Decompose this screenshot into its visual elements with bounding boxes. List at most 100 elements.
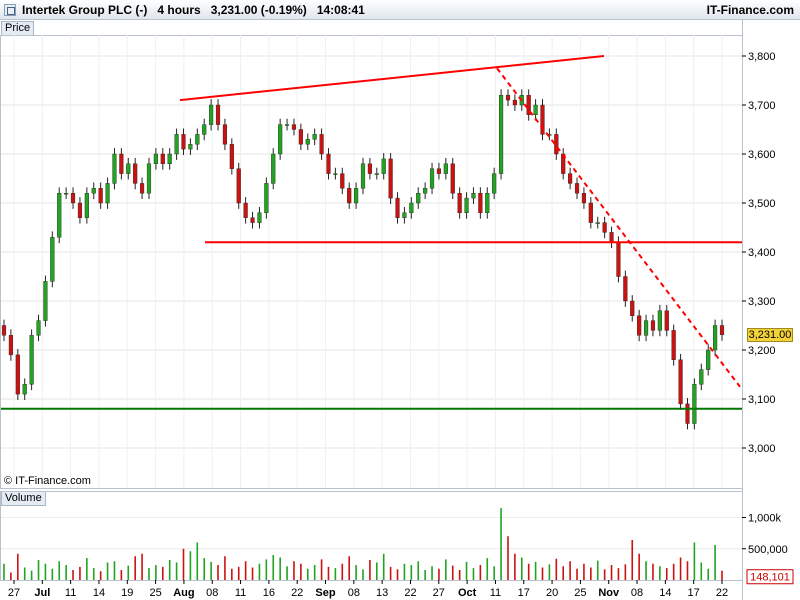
x-tick-label: Aug <box>173 587 194 599</box>
candle-body <box>347 188 352 204</box>
volume-bar <box>175 562 178 580</box>
x-tick-label: 22 <box>716 587 728 599</box>
volume-bar <box>465 561 468 580</box>
candle-body <box>36 320 41 336</box>
candle-body <box>57 192 62 238</box>
candle-body <box>664 310 669 331</box>
volume-bar <box>79 566 81 580</box>
volume-bar <box>72 570 74 580</box>
candle-body <box>271 153 276 184</box>
x-tick-label: 25 <box>149 587 161 599</box>
candle-body <box>84 192 89 218</box>
volume-bar <box>679 557 682 580</box>
candle-body <box>29 335 34 385</box>
candle-body <box>70 192 76 204</box>
candle-body <box>215 104 221 125</box>
candle-body <box>657 310 662 331</box>
x-tick-label: 13 <box>376 587 388 599</box>
volume-bar <box>237 566 240 580</box>
volume-bar <box>389 566 392 580</box>
volume-bar <box>410 565 413 580</box>
volume-bar <box>493 566 495 580</box>
volume-bar <box>458 570 461 580</box>
candle-body <box>650 320 656 331</box>
x-tick-label: 14 <box>659 587 671 599</box>
x-tick-label: 11 <box>65 587 76 599</box>
candle-body <box>126 163 131 174</box>
candle-body <box>43 281 48 321</box>
candle-body <box>243 202 248 218</box>
price-tick-label: 3,100 <box>748 394 776 406</box>
volume-bar <box>396 569 399 580</box>
x-tick-label: 16 <box>263 587 275 599</box>
volume-bar <box>334 568 337 580</box>
candle-body <box>706 349 711 370</box>
candle-body <box>50 237 55 282</box>
volume-bar <box>92 568 95 580</box>
price-tick-label: 3,800 <box>748 51 776 63</box>
x-tick-label: Sep <box>315 587 335 599</box>
volume-bar <box>486 558 489 580</box>
volume-bar <box>182 548 185 580</box>
volume-bar <box>86 558 88 580</box>
x-tick-label: 11 <box>490 587 501 599</box>
candle-body <box>381 158 386 174</box>
volume-bar <box>10 572 12 580</box>
volume-bar <box>210 561 212 580</box>
volume-bar <box>251 567 254 580</box>
volume-bar <box>603 569 606 580</box>
volume-bar <box>148 568 150 580</box>
volume-bar <box>665 568 668 580</box>
candle-body <box>367 163 372 174</box>
volume-bar <box>527 563 530 580</box>
x-tick-label: 27 <box>8 587 20 599</box>
volume-bar <box>445 559 447 580</box>
candle-body <box>423 188 428 194</box>
volume-bar <box>403 563 406 580</box>
volume-bar <box>244 561 247 580</box>
volume-tick-label: 500,000 <box>748 544 788 556</box>
volume-bar <box>659 566 661 580</box>
candle-body <box>671 330 676 360</box>
candle-body <box>498 94 504 174</box>
candle-body <box>457 192 462 213</box>
volume-bar <box>707 568 709 580</box>
candle-body <box>719 325 725 336</box>
volume-bar <box>272 555 275 580</box>
x-tick-label: 19 <box>121 587 133 599</box>
candle-body <box>319 134 324 155</box>
volume-bar <box>155 565 157 580</box>
volume-bar <box>134 556 136 580</box>
volume-bar <box>576 568 578 580</box>
volume-bar <box>596 560 599 580</box>
volume-bar <box>534 561 537 580</box>
price-tick-label: 3,200 <box>748 345 776 357</box>
x-tick-label: Oct <box>458 587 477 599</box>
volume-bar <box>479 565 482 580</box>
volume-bar <box>196 542 199 580</box>
candle-body <box>637 315 642 336</box>
candle-body <box>678 359 683 405</box>
trendline <box>496 67 741 388</box>
candle-body <box>374 173 379 175</box>
price-tick-label: 3,300 <box>748 296 776 308</box>
candle-body <box>609 232 614 243</box>
volume-bar <box>500 508 502 580</box>
volume-bar <box>327 566 330 580</box>
x-tick-label: 20 <box>546 587 558 599</box>
volume-bar <box>58 561 61 580</box>
volume-bar <box>417 561 420 580</box>
candle-body <box>22 384 27 395</box>
candle-body <box>257 212 262 223</box>
price-chart[interactable]: 3,000 3,100 3,200 3,300 3,400 3,500 3,600 3,700… <box>0 0 800 600</box>
volume-bar <box>645 561 647 580</box>
x-tick-label: 25 <box>574 587 586 599</box>
candle-body <box>471 192 476 199</box>
volume-bar <box>161 566 164 580</box>
volume-bar <box>23 567 26 580</box>
x-tick-label: 08 <box>348 587 360 599</box>
candle-body <box>209 104 214 125</box>
candle-body <box>167 153 172 165</box>
volume-bar <box>624 564 627 580</box>
volume-bar <box>30 570 33 580</box>
